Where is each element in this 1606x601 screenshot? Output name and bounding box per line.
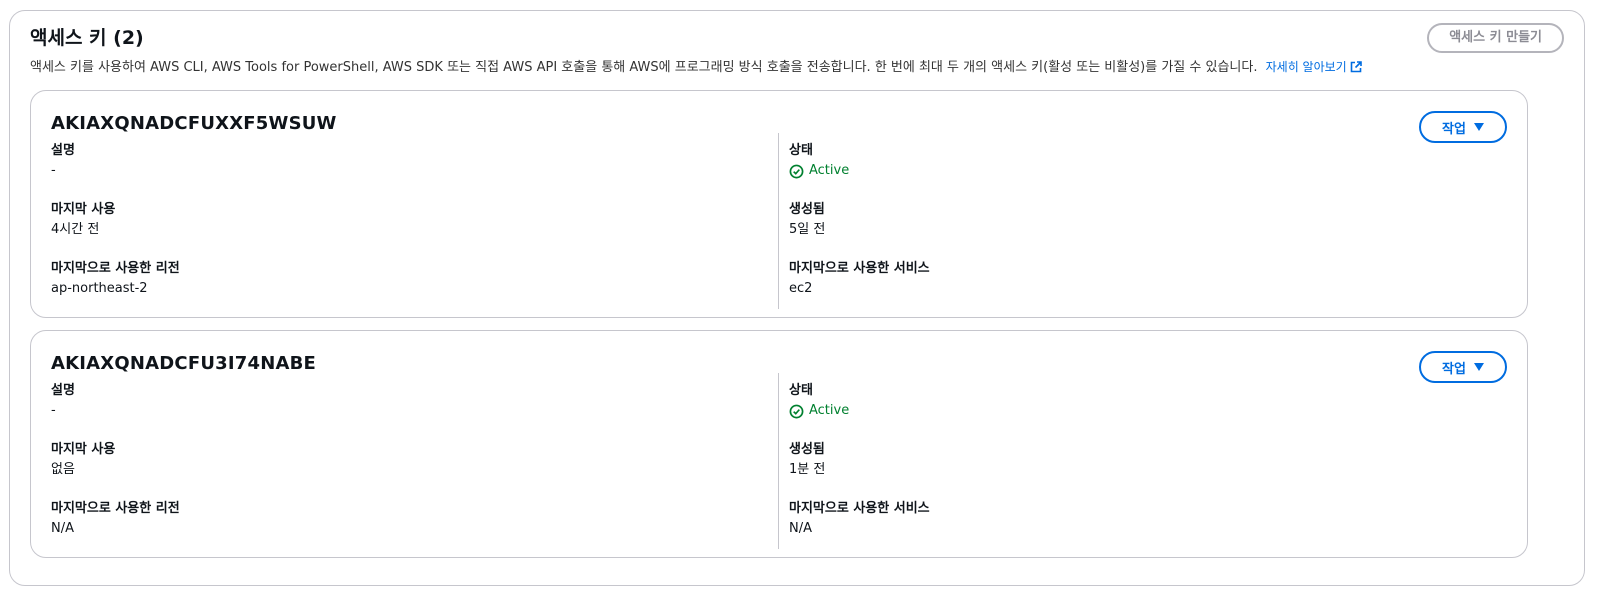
last-used-label: 마지막 사용 [51,442,116,457]
last-used-field: 마지막 사용 4시간 전 [51,200,751,259]
access-key-card: AKIAXQNADCFU3I74NABE 작업 설명 - 마지막 사용 없음 마… [30,330,1528,558]
description-label: 설명 [51,143,75,158]
caret-down-icon [1473,363,1484,371]
check-circle-icon [789,164,804,178]
status-label: 상태 [789,143,813,158]
last-region-value: ap-northeast-2 [51,281,148,296]
last-service-field: 마지막으로 사용한 서비스 ec2 [789,259,1489,318]
learn-more-label: 자세히 알아보기 [1265,60,1347,74]
caret-down-icon [1473,123,1484,131]
status-label: 상태 [789,383,813,398]
key-details-left: 설명 - 마지막 사용 없음 마지막으로 사용한 리전 N/A [51,381,751,558]
last-used-label: 마지막 사용 [51,202,116,217]
status-field: 상태 Active [789,141,1489,200]
created-value: 5일 전 [789,222,826,237]
actions-dropdown-button[interactable]: 작업 [1419,111,1507,143]
created-value: 1분 전 [789,462,826,477]
last-region-field: 마지막으로 사용한 리전 ap-northeast-2 [51,259,751,318]
created-field: 생성됨 5일 전 [789,200,1489,259]
panel-description: 액세스 키를 사용하여 AWS CLI, AWS Tools for Power… [30,57,1564,78]
status-field: 상태 Active [789,381,1489,440]
last-region-label: 마지막으로 사용한 리전 [51,501,180,516]
external-link-icon [1350,61,1362,73]
last-service-value: ec2 [789,281,813,296]
description-value: - [51,403,56,418]
panel-header: 액세스 키 (2) 액세스 키를 사용하여 AWS CLI, AWS Tools… [30,23,1564,78]
panel-title: 액세스 키 (2) [30,27,144,49]
access-key-id: AKIAXQNADCFUXXF5WSUW [51,113,337,134]
description-value: - [51,163,56,178]
created-label: 생성됨 [789,202,825,217]
last-region-label: 마지막으로 사용한 리전 [51,261,180,276]
panel-description-text: 액세스 키를 사용하여 AWS CLI, AWS Tools for Power… [30,60,1258,75]
actions-dropdown-button[interactable]: 작업 [1419,351,1507,383]
status-badge: Active [789,161,1489,181]
actions-label: 작업 [1442,121,1466,137]
last-service-label: 마지막으로 사용한 서비스 [789,501,930,516]
last-used-field: 마지막 사용 없음 [51,440,751,499]
created-field: 생성됨 1분 전 [789,440,1489,499]
last-used-value: 4시간 전 [51,222,100,237]
create-access-key-button[interactable]: 액세스 키 만들기 [1427,23,1564,53]
last-service-label: 마지막으로 사용한 서비스 [789,261,930,276]
last-used-value: 없음 [51,462,75,477]
last-region-field: 마지막으로 사용한 리전 N/A [51,499,751,558]
key-details-left: 설명 - 마지막 사용 4시간 전 마지막으로 사용한 리전 ap-northe… [51,141,751,318]
last-region-value: N/A [51,521,74,536]
status-value: Active [809,403,850,418]
last-service-field: 마지막으로 사용한 서비스 N/A [789,499,1489,558]
key-details-right: 상태 Active 생성됨 1분 전 마지막으로 사용한 서비스 N/A [789,381,1489,558]
key-details-right: 상태 Active 생성됨 5일 전 마지막으로 사용한 서비스 ec2 [789,141,1489,318]
access-key-card: AKIAXQNADCFUXXF5WSUW 작업 설명 - 마지막 사용 4시간 … [30,90,1528,318]
column-divider [778,373,779,549]
description-field: 설명 - [51,141,751,200]
column-divider [778,133,779,309]
actions-label: 작업 [1442,361,1466,377]
description-label: 설명 [51,383,75,398]
status-value: Active [809,163,850,178]
check-circle-icon [789,404,804,418]
status-badge: Active [789,401,1489,421]
learn-more-link[interactable]: 자세히 알아보기 [1266,57,1362,77]
last-service-value: N/A [789,521,812,536]
access-key-id: AKIAXQNADCFU3I74NABE [51,353,317,374]
description-field: 설명 - [51,381,751,440]
created-label: 생성됨 [789,442,825,457]
access-keys-panel: 액세스 키 (2) 액세스 키를 사용하여 AWS CLI, AWS Tools… [9,10,1585,586]
